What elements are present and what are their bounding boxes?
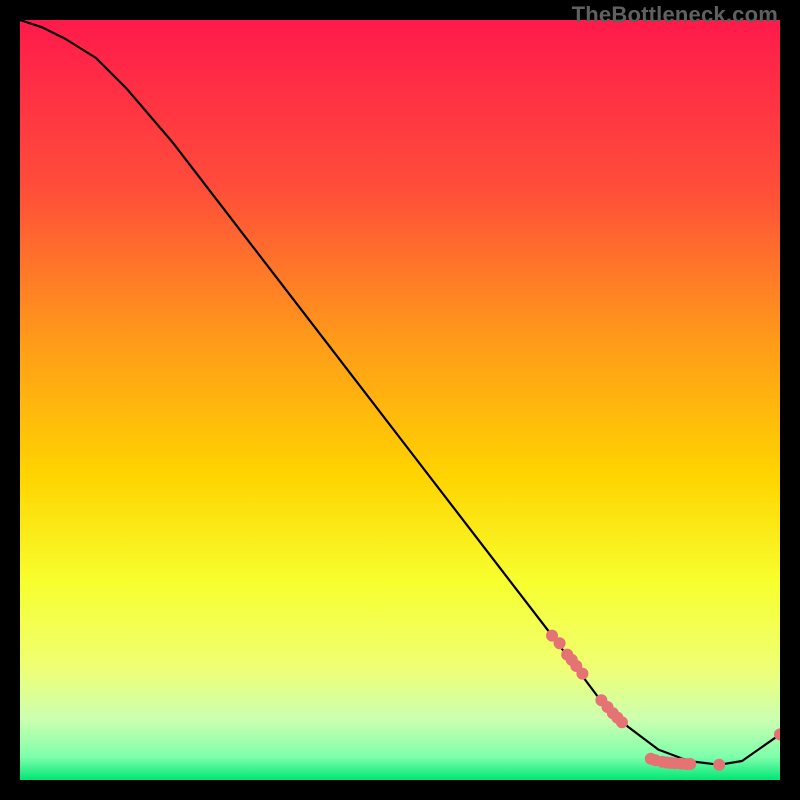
gradient-background [20,20,780,780]
data-point [554,637,566,649]
data-point [684,758,696,770]
watermark-text: TheBottleneck.com [572,2,778,28]
chart-svg [20,20,780,780]
chart-frame [20,20,780,780]
data-point [576,668,588,680]
data-point [616,716,628,728]
data-point [713,759,725,771]
